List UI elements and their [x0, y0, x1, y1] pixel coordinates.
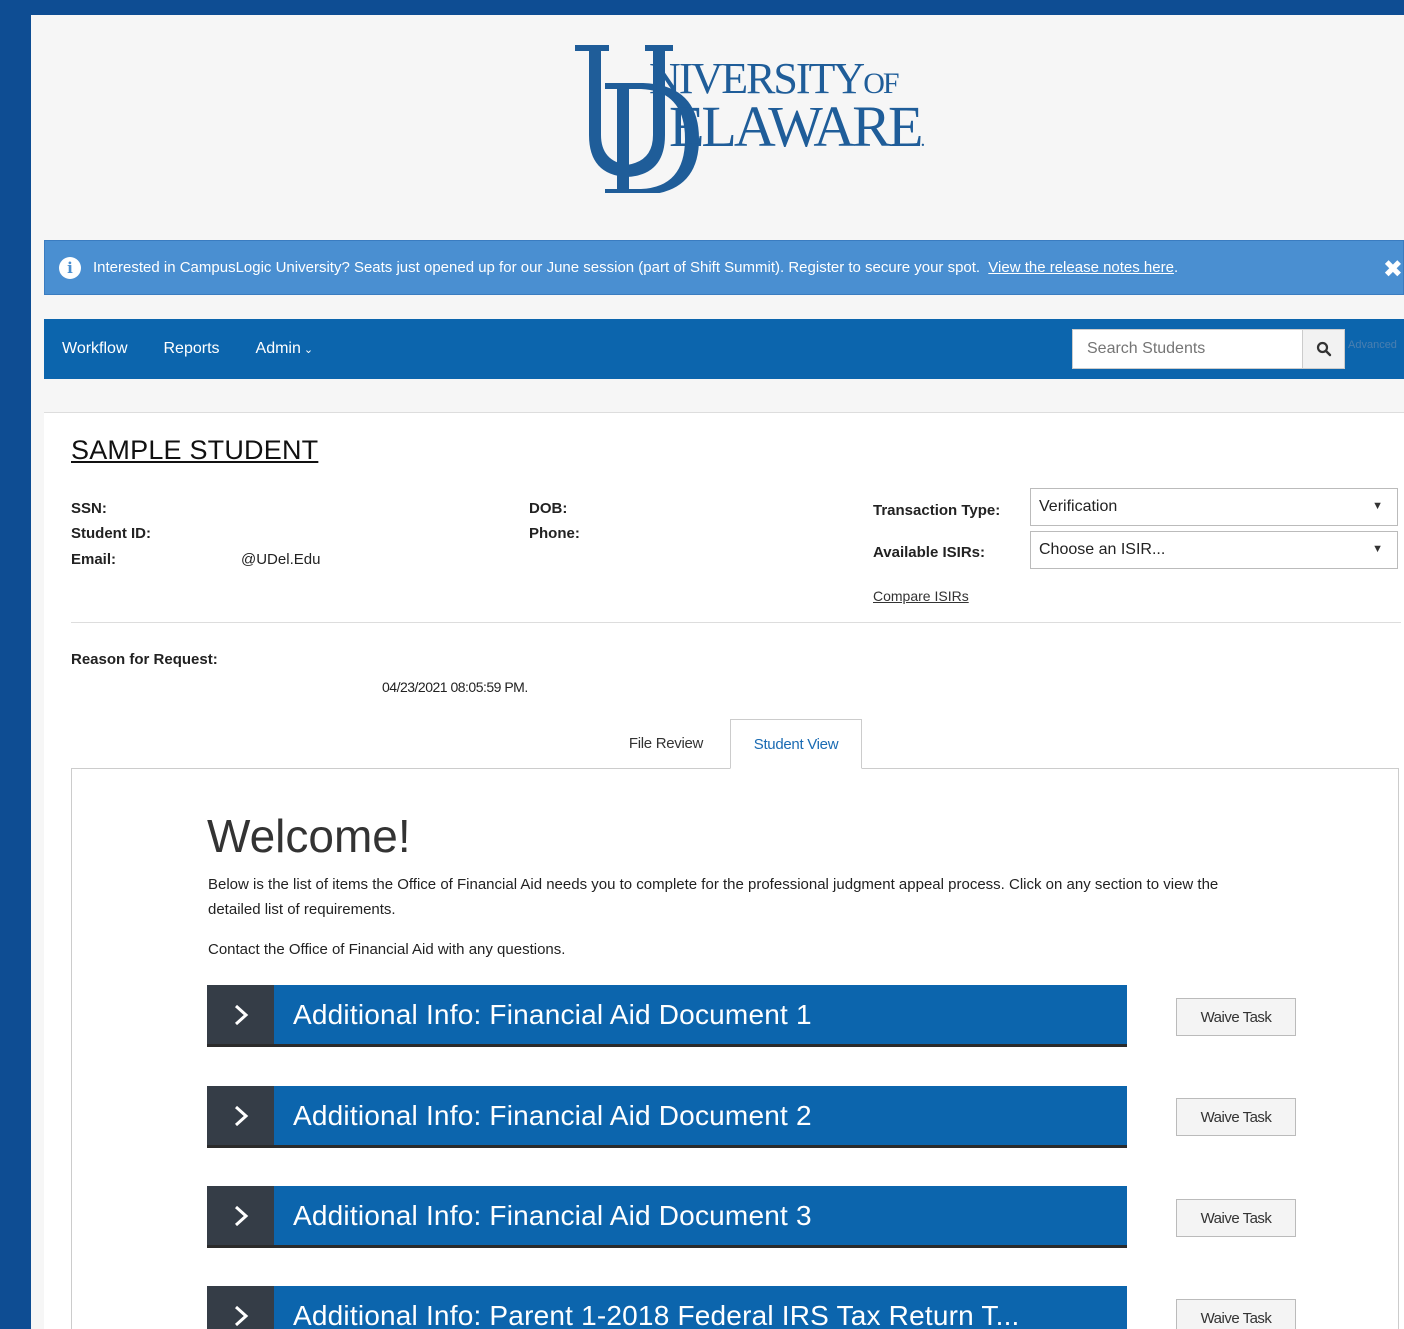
info-circle-icon: i	[59, 256, 81, 279]
nav-reports[interactable]: Reports	[164, 340, 220, 358]
search-button[interactable]	[1303, 329, 1345, 369]
caret-down-icon: ▼	[1372, 500, 1383, 512]
student-view-content: Welcome! Below is the list of items the …	[71, 768, 1399, 1329]
available-isirs-label: Available ISIRs:	[873, 544, 985, 561]
phone-label: Phone:	[529, 525, 580, 542]
chevron-right-icon	[207, 985, 274, 1044]
welcome-heading: Welcome!	[207, 810, 411, 862]
task-row[interactable]: Additional Info: Financial Aid Document …	[207, 985, 1127, 1047]
task-title: Additional Info: Financial Aid Document …	[293, 1199, 812, 1231]
reason-for-request-label: Reason for Request:	[71, 651, 218, 668]
student-id-label: Student ID:	[71, 525, 151, 542]
email-label: Email:	[71, 551, 117, 568]
transaction-type-select[interactable]: Verification ▼	[1030, 488, 1398, 526]
ssn-label: SSN:	[71, 500, 107, 517]
task-title: Additional Info: Financial Aid Document …	[293, 1099, 812, 1131]
section-divider	[71, 622, 1401, 623]
available-isirs-select[interactable]: Choose an ISIR... ▼	[1030, 531, 1398, 569]
task-title: Additional Info: Financial Aid Document …	[293, 998, 812, 1030]
announcement-banner: i Interested in CampusLogic University? …	[44, 240, 1404, 295]
chevron-right-icon	[207, 1186, 274, 1245]
contact-text: Contact the Office of Financial Aid with…	[208, 941, 566, 958]
email-value: @UDel.Edu	[241, 551, 321, 568]
advanced-search-link[interactable]: Advanced	[1348, 339, 1397, 351]
student-panel: SAMPLE STUDENT SSN: Student ID: Email: @…	[44, 412, 1404, 1329]
task-row[interactable]: Additional Info: Financial Aid Document …	[207, 1086, 1127, 1148]
logo-delaware-text: ELAWARE.	[669, 94, 925, 159]
close-icon[interactable]: ✖	[1383, 255, 1403, 284]
banner-message: Interested in CampusLogic University? Se…	[93, 259, 1179, 276]
intro-text: Below is the list of items the Office of…	[208, 876, 1219, 918]
transaction-type-label: Transaction Type:	[873, 502, 1001, 519]
chevron-right-icon	[207, 1086, 274, 1145]
compare-isirs-link[interactable]: Compare ISIRs	[873, 588, 969, 604]
chevron-right-icon	[207, 1286, 274, 1329]
tab-student-view[interactable]: Student View	[730, 719, 862, 769]
student-name: SAMPLE STUDENT	[71, 435, 319, 465]
main-nav: Workflow Reports Admin⌄ Advanced	[44, 319, 1404, 379]
waive-task-button[interactable]: Waive Task	[1176, 998, 1296, 1036]
nav-workflow[interactable]: Workflow	[62, 340, 128, 358]
tab-file-review[interactable]: File Review	[604, 719, 728, 769]
task-title: Additional Info: Parent 1-2018 Federal I…	[293, 1299, 1020, 1329]
student-search	[1072, 329, 1345, 369]
dob-label: DOB:	[529, 500, 568, 517]
waive-task-button[interactable]: Waive Task	[1176, 1199, 1296, 1237]
release-notes-link[interactable]: View the release notes here	[988, 259, 1174, 276]
search-students-input[interactable]	[1072, 329, 1303, 369]
task-row[interactable]: Additional Info: Financial Aid Document …	[207, 1186, 1127, 1248]
nav-admin[interactable]: Admin ⌄	[256, 340, 314, 358]
waive-task-button[interactable]: Waive Task	[1176, 1299, 1296, 1329]
caret-down-icon: ▼	[1372, 543, 1383, 555]
app-frame: NIVERSITYOF ELAWARE. i Interested in Cam…	[31, 15, 1404, 1329]
magnifier-icon	[1316, 341, 1331, 357]
university-of-delaware-logo: NIVERSITYOF ELAWARE.	[565, 43, 925, 195]
task-row[interactable]: Additional Info: Parent 1-2018 Federal I…	[207, 1286, 1127, 1329]
chevron-down-icon: ⌄	[303, 344, 314, 356]
waive-task-button[interactable]: Waive Task	[1176, 1098, 1296, 1136]
request-timestamp: 04/23/2021 08:05:59 PM.	[382, 679, 528, 695]
